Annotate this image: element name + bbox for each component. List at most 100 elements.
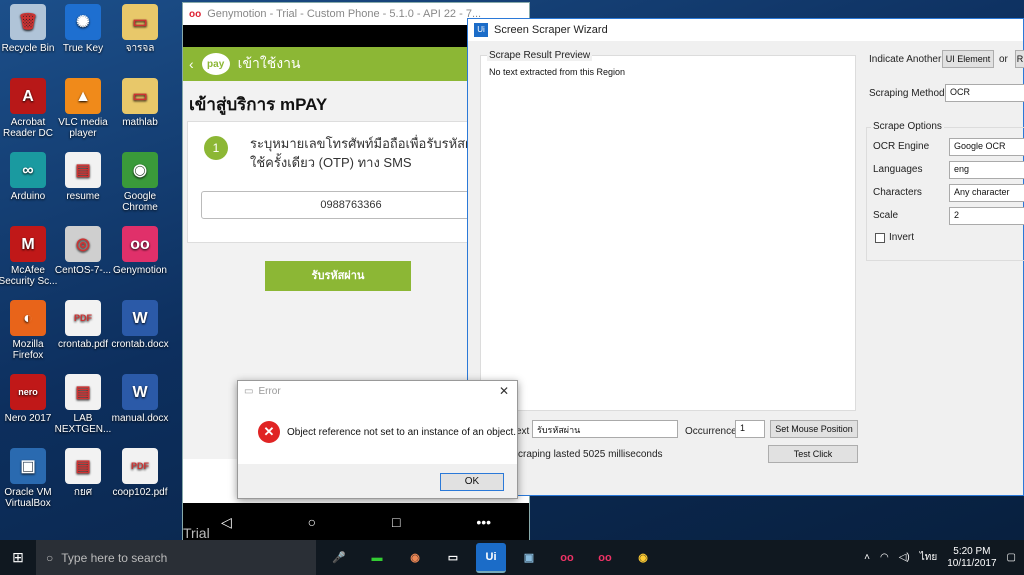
mic-icon[interactable]: 🎤 (324, 543, 354, 573)
error-message: Object reference not set to an instance … (287, 427, 517, 438)
back-arrow-icon[interactable]: ‹ (189, 56, 194, 72)
desktop-icon-label: manual.docx (111, 413, 169, 424)
desktop-icon-label: VLC media player (58, 117, 108, 139)
uipath-logo-icon: Ui (474, 23, 488, 37)
request-otp-button[interactable]: รับรหัสผ่าน (265, 261, 411, 291)
engine-select[interactable]: Google OCR (949, 138, 1024, 156)
desktop-icon[interactable]: ▭ จารจล (109, 4, 171, 54)
scraper-body: Scrape Result Preview No text extracted … (468, 41, 1024, 495)
set-mouse-position-button[interactable]: Set Mouse Position (770, 420, 858, 438)
desktop-icon[interactable]: ▤ กยศ (52, 448, 114, 498)
preview-text[interactable]: No text extracted from this Region (489, 67, 625, 77)
clock-time: 5:20 PM (953, 545, 991, 557)
method-label: Scraping Method (869, 88, 945, 99)
firefox-icon: ◐ (10, 300, 46, 336)
error-titlebar[interactable]: ▭ Error ✕ (238, 381, 517, 401)
ui-element-button[interactable]: UI Element (942, 50, 994, 68)
desktop-icon[interactable]: ◎ CentOS-7-... (52, 226, 114, 276)
languages-input[interactable]: eng (949, 161, 1024, 179)
line-app-icon[interactable]: ▬ (362, 543, 392, 573)
method-select[interactable]: OCR (945, 84, 1024, 102)
scale-input[interactable]: 2 (949, 207, 1024, 225)
desktop-icon[interactable]: ∞ Arduino (0, 152, 59, 202)
desktop-icon-label: crontab.docx (111, 339, 169, 350)
nav-home-icon[interactable]: ○ (308, 514, 316, 530)
invert-checkbox[interactable] (875, 233, 885, 243)
characters-label: Characters (873, 187, 922, 198)
mcafee-icon: M (10, 226, 46, 262)
ok-button[interactable]: OK (440, 473, 504, 491)
desktop-icon[interactable]: ◉ Google Chrome (109, 152, 171, 213)
volume-icon[interactable]: ◁) (899, 552, 910, 563)
network-icon[interactable]: ◠ (880, 552, 889, 563)
more-icon[interactable]: ••• (476, 514, 491, 530)
desktop-icon-label: crontab.pdf (57, 339, 109, 350)
chrome-taskbar-icon[interactable]: ◉ (628, 543, 658, 573)
desktop-icon[interactable]: ◐ Mozilla Firefox (0, 300, 59, 361)
genymotion-title: Genymotion - Trial - Custom Phone - 5.1.… (207, 8, 482, 20)
virtualbox-taskbar-icon[interactable]: ▣ (514, 543, 544, 573)
test-click-button[interactable]: Test Click (768, 445, 858, 463)
nav-recents-icon[interactable]: □ (392, 514, 400, 530)
desktop-icon[interactable]: ▭ mathlab (109, 78, 171, 128)
desktop-icon[interactable]: ▣ Oracle VM VirtualBox (0, 448, 59, 509)
close-icon[interactable]: ✕ (499, 384, 509, 398)
desktop-icon-label: Acrobat Reader DC (2, 117, 54, 139)
nav-back-icon[interactable]: ◁ (221, 514, 232, 531)
desktop-icon[interactable]: nero Nero 2017 (0, 374, 59, 424)
desktop-icon[interactable]: oo Genymotion (109, 226, 171, 276)
desktop-icon-label: mathlab (122, 117, 158, 128)
desktop-icon[interactable]: A Acrobat Reader DC (0, 78, 59, 139)
trial-label: Trial (183, 525, 210, 541)
desktop-icon[interactable]: ▲ VLC media player (52, 78, 114, 139)
folder-icon: ▭ (122, 78, 158, 114)
pdf-file-icon: PDF (122, 448, 158, 484)
chrome-icon: ◉ (122, 152, 158, 188)
scraper-title: Screen Scraper Wizard (494, 24, 608, 36)
language-indicator[interactable]: ไทย (920, 550, 937, 565)
genymotion-taskbar-icon[interactable]: oo (552, 543, 582, 573)
desktop-icon-label: Google Chrome (122, 191, 158, 213)
ubuntu-icon[interactable]: ◉ (400, 543, 430, 573)
error-footer: OK (238, 464, 517, 498)
desktop-icon[interactable]: ▤ LAB NEXTGEN... (52, 374, 114, 435)
pdf-file-icon: PDF (65, 300, 101, 336)
desktop-icon-label: McAfee Security Sc... (0, 265, 58, 287)
desktop-icon-label: กยศ (73, 487, 93, 498)
desktop-icon[interactable]: 🗑 Recycle Bin (0, 4, 59, 54)
click-text-input[interactable]: รับรหัสผ่าน (532, 420, 678, 438)
desktop-icon[interactable]: M McAfee Security Sc... (0, 226, 59, 287)
desktop-icon[interactable]: ✺ True Key (52, 4, 114, 54)
desktop-icon[interactable]: Wcrontab.docx (109, 300, 171, 350)
desktop-icon-label: Nero 2017 (4, 413, 52, 424)
error-title: Error (258, 385, 281, 397)
windows-start-icon[interactable]: ⊞ (0, 549, 36, 566)
desktop-icon-label: Genymotion (113, 265, 167, 276)
desktop-icon[interactable]: PDF coop102.pdf (109, 448, 171, 498)
scraper-titlebar[interactable]: Ui Screen Scraper Wizard (468, 19, 1023, 41)
vlc-icon: ▲ (65, 78, 101, 114)
disc-icon: ◎ (65, 226, 101, 262)
region-button[interactable]: R (1015, 50, 1024, 68)
occurrence-input[interactable]: 1 (735, 420, 765, 438)
desktop-icon-label: True Key (62, 43, 104, 54)
acrobat-icon: A (10, 78, 46, 114)
desktop-icon[interactable]: ▤ resume (52, 152, 114, 202)
clock[interactable]: 5:20 PM 10/11/2017 (947, 546, 996, 570)
arduino-icon: ∞ (10, 152, 46, 188)
genymotion-player-icon[interactable]: oo (590, 543, 620, 573)
chevron-up-icon[interactable]: ˄ (864, 552, 870, 563)
phone-number-input[interactable]: 0988763366 (201, 191, 501, 219)
uipath-taskbar-icon[interactable]: Ui (476, 542, 506, 573)
desktop-icon-label: Oracle VM VirtualBox (4, 487, 52, 509)
desktop-icon[interactable]: Wmanual.docx (109, 374, 171, 424)
file-explorer-icon[interactable]: ▭ (438, 543, 468, 573)
options-label: Scrape Options (871, 121, 944, 132)
notification-icon[interactable]: ▢ (1007, 552, 1016, 563)
characters-select[interactable]: Any character (949, 184, 1024, 202)
taskbar-search[interactable]: ○ Type here to search (36, 540, 316, 575)
desktop-icon[interactable]: PDF crontab.pdf (52, 300, 114, 350)
pinned-apps: 🎤 ▬ ◉ ▭ Ui ▣ oo oo ◉ (324, 542, 658, 573)
android-nav-bar: ◁ ○ □ ••• (183, 503, 529, 541)
indicate-label: Indicate Another (869, 54, 942, 65)
